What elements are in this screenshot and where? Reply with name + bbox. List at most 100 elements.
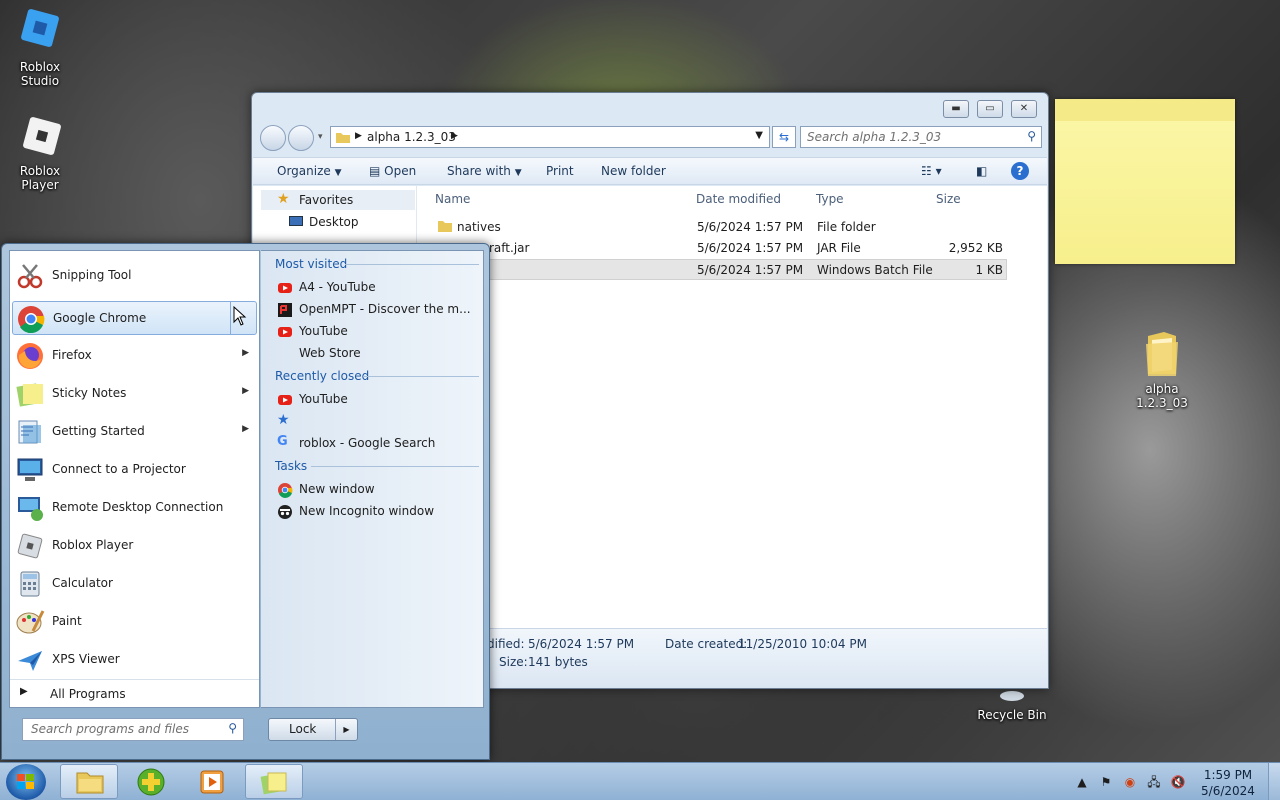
breadcrumb[interactable]: alpha 1.2.3_03 xyxy=(367,130,456,144)
desktop-icon-label: Recycle Bin xyxy=(977,708,1047,722)
table-row[interactable] xyxy=(423,310,1007,331)
media-player-icon xyxy=(199,769,225,798)
file-row-batch[interactable]: 5/6/2024 1:57 PM Windows Batch File 1 KB xyxy=(423,259,1007,280)
organize-button[interactable]: Organize ▼ xyxy=(277,164,342,178)
program-xps-viewer[interactable]: XPS Viewer xyxy=(12,643,257,677)
desktop-icon-roblox-studio[interactable]: Roblox Studio xyxy=(0,8,80,88)
refresh-button[interactable]: ⇆ xyxy=(772,126,796,148)
address-bar[interactable]: ▶ alpha 1.2.3_03 ▶ ▼ xyxy=(330,126,770,148)
new-folder-button[interactable]: New folder xyxy=(601,164,666,178)
explorer-search-input[interactable]: Search alpha 1.2.3_03 ⚲ xyxy=(800,126,1042,148)
program-remote-desktop[interactable]: Remote Desktop Connection xyxy=(12,491,257,525)
program-sticky-notes[interactable]: Sticky Notes ▶ xyxy=(12,377,257,411)
desktop-icon-label: alpha 1.2.3_03 xyxy=(1136,382,1188,410)
taskbar-explorer[interactable] xyxy=(60,764,118,799)
clock-time: 1:59 PM xyxy=(1203,768,1253,782)
program-snipping-tool[interactable]: Snipping Tool xyxy=(12,259,257,293)
chevron-down-icon: ▼ xyxy=(514,168,522,178)
program-roblox-player[interactable]: Roblox Player xyxy=(12,529,257,563)
desktop-icon-alpha-folder[interactable]: alpha 1.2.3_03 xyxy=(1122,330,1202,410)
maximize-button[interactable]: ▭ xyxy=(977,100,1003,118)
explorer-titlebar[interactable]: ▬ ▭ ✕ xyxy=(252,93,1048,123)
program-label: Calculator xyxy=(52,576,113,590)
back-button[interactable] xyxy=(260,125,286,151)
open-button[interactable]: ▤ Open xyxy=(369,164,416,178)
program-label: Connect to a Projector xyxy=(52,462,186,476)
recycle-bin-icon xyxy=(997,690,1027,704)
jumplist-item[interactable]: OpenMPT - Discover the m... xyxy=(275,299,480,319)
show-desktop-button[interactable] xyxy=(1268,763,1280,800)
help-icon[interactable]: ? xyxy=(1011,162,1029,180)
desktop-icon-roblox-player[interactable]: Roblox Player xyxy=(0,116,80,192)
network-icon[interactable]: 🖧 xyxy=(1146,774,1162,790)
program-connect-projector[interactable]: Connect to a Projector xyxy=(12,453,257,487)
jumplist-label: New window xyxy=(299,482,375,496)
jumplist-item[interactable]: New window xyxy=(275,479,480,499)
all-programs-button[interactable]: ▶ All Programs xyxy=(10,679,259,707)
jumplist-item[interactable]: G roblox - Google Search xyxy=(275,433,480,453)
jumplist-item[interactable]: Web Store xyxy=(275,343,480,363)
chrome-jumplist: Most visited A4 - YouTube OpenMPT - Disc… xyxy=(261,250,484,708)
breadcrumb-arrow-icon[interactable]: ▶ xyxy=(451,131,458,141)
taskbar-clock[interactable]: 1:59 PM 5/6/2024 xyxy=(1196,767,1260,799)
jumplist-item[interactable]: YouTube xyxy=(275,389,480,409)
column-header-type[interactable]: Type xyxy=(816,192,844,206)
nav-desktop-row[interactable]: Desktop xyxy=(261,212,415,232)
file-date: 5/6/2024 1:57 PM xyxy=(697,263,804,277)
file-row-natives[interactable]: natives 5/6/2024 1:57 PM File folder xyxy=(423,217,1007,238)
action-center-flag-icon[interactable]: ⚑ xyxy=(1098,774,1114,790)
taskbar-sticky-notes[interactable] xyxy=(245,764,303,799)
nav-favorites-row[interactable]: ★ Favorites xyxy=(261,190,415,210)
jumplist-item[interactable]: YouTube xyxy=(275,321,480,341)
program-label: Snipping Tool xyxy=(52,268,132,282)
details-modified-label: dified: xyxy=(487,637,525,651)
program-firefox[interactable]: Firefox ▶ xyxy=(12,339,257,373)
close-icon: ✕ xyxy=(1019,103,1029,114)
taskbar-media-player[interactable] xyxy=(183,764,241,799)
address-dropdown-icon[interactable]: ▼ xyxy=(755,130,763,141)
jumplist-item[interactable]: New Incognito window xyxy=(275,501,480,521)
details-size-value: 141 bytes xyxy=(528,655,588,669)
program-label: XPS Viewer xyxy=(52,652,120,666)
start-button[interactable] xyxy=(6,764,46,800)
google-icon: G xyxy=(277,434,288,449)
volume-muted-icon[interactable]: 🔇 xyxy=(1170,774,1186,790)
folder-icon xyxy=(335,129,351,148)
lock-label: Lock xyxy=(289,722,317,736)
view-options-icon[interactable]: ☷ ▾ xyxy=(921,164,942,178)
taskbar-add-app[interactable] xyxy=(122,764,180,799)
roblox-studio-icon xyxy=(18,8,62,56)
forward-button[interactable] xyxy=(288,125,314,151)
preview-pane-icon[interactable]: ◧ xyxy=(976,164,987,178)
print-button[interactable]: Print xyxy=(546,164,574,178)
firefox-icon xyxy=(15,341,45,371)
close-button[interactable]: ✕ xyxy=(1011,100,1037,118)
security-shield-icon[interactable]: ◉ xyxy=(1122,774,1138,790)
desktop-icon-recycle-bin[interactable]: Recycle Bin xyxy=(972,690,1052,722)
start-menu-programs-pane: Snipping Tool Google Chrome Firefox ▶ St… xyxy=(9,250,260,708)
jumplist-item[interactable]: ★ xyxy=(275,411,480,431)
program-google-chrome[interactable]: Google Chrome xyxy=(12,301,257,335)
youtube-icon xyxy=(277,324,293,340)
lock-options-arrow-icon[interactable]: ▶ xyxy=(335,719,357,740)
sticky-note[interactable] xyxy=(1055,99,1235,264)
program-paint[interactable]: Paint xyxy=(12,605,257,639)
minimize-button[interactable]: ▬ xyxy=(943,100,969,118)
jumplist-item[interactable]: A4 - YouTube xyxy=(275,277,480,297)
sticky-note-header[interactable] xyxy=(1055,99,1235,121)
column-header-size[interactable]: Size xyxy=(936,192,961,206)
start-menu: Snipping Tool Google Chrome Firefox ▶ St… xyxy=(1,243,490,760)
program-label: Firefox xyxy=(52,348,92,362)
show-hidden-icons-button[interactable]: ▲ xyxy=(1074,774,1090,790)
start-search-input[interactable]: Search programs and files ⚲ xyxy=(22,718,244,741)
program-calculator[interactable]: Calculator xyxy=(12,567,257,601)
column-header-name[interactable]: Name xyxy=(435,192,470,206)
jumplist-label: roblox - Google Search xyxy=(299,436,436,450)
program-getting-started[interactable]: Getting Started ▶ xyxy=(12,415,257,449)
column-header-date-modified[interactable]: Date modified xyxy=(696,192,781,206)
recent-pages-icon[interactable]: ▾ xyxy=(318,132,323,142)
share-with-button[interactable]: Share with ▼ xyxy=(447,164,522,178)
file-row-jar[interactable]: raft.jar 5/6/2024 1:57 PM JAR File 2,952… xyxy=(423,238,1007,259)
jumplist-arrow-button[interactable] xyxy=(230,302,256,334)
lock-button[interactable]: Lock ▶ xyxy=(268,718,358,741)
